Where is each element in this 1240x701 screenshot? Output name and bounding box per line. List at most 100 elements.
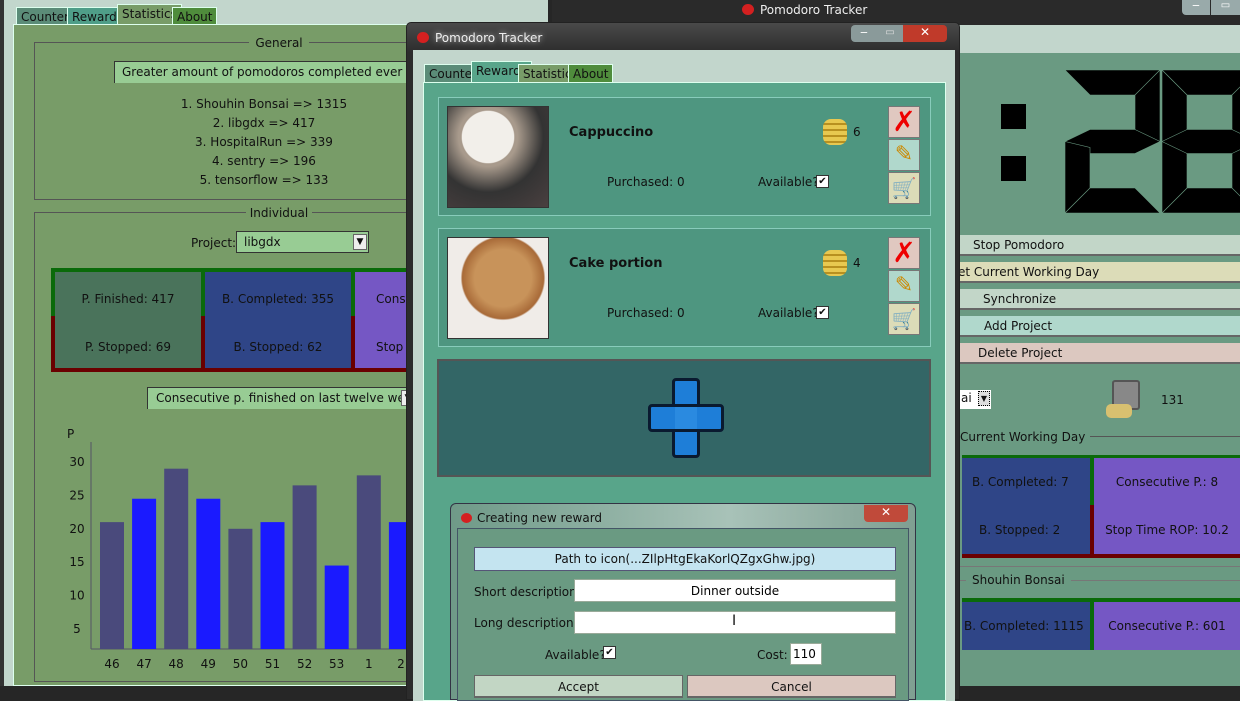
- coins-count: 131: [1161, 393, 1184, 407]
- short-description-input[interactable]: [574, 579, 896, 602]
- reset-working-day-button[interactable]: et Current Working Day: [958, 262, 1240, 283]
- short-description-label: Short description:: [474, 585, 581, 599]
- x-tick-label: 48: [169, 657, 184, 671]
- clock-colon-dot: [1001, 104, 1026, 129]
- cost-input[interactable]: [790, 643, 822, 665]
- x-tick-label: 2: [397, 657, 405, 671]
- maximize-button[interactable]: ▭: [877, 25, 903, 42]
- current-day-title: Current Working Day: [960, 430, 1091, 444]
- window-title: Pomodoro Tracker: [417, 31, 542, 45]
- reward-available-label: Available?: [758, 306, 819, 320]
- y-tick-label: 10: [69, 589, 84, 603]
- reward-available-label: Available?: [758, 175, 819, 189]
- dialog-title-text: Creating new reward: [477, 511, 603, 525]
- reward-image: [447, 237, 549, 339]
- stop-time: Stop Time ROP: 10.2: [1105, 523, 1229, 537]
- tomato-icon: [461, 513, 472, 523]
- y-tick-label: 5: [73, 622, 81, 636]
- text-cursor-icon: I: [732, 613, 737, 629]
- project-combo[interactable]: ai ▼: [958, 390, 991, 409]
- b-completed: B. Completed: 1115: [962, 602, 1090, 650]
- bar: [324, 565, 349, 649]
- reward-cost: 4: [853, 256, 861, 270]
- available-checkbox[interactable]: ✔: [603, 646, 616, 659]
- reward-image: [447, 106, 549, 208]
- y-tick-label: 15: [69, 555, 84, 569]
- shopping-cart-icon: 🛒: [891, 176, 917, 200]
- purchase-reward-button[interactable]: 🛒: [888, 303, 920, 335]
- coins-icon: [823, 119, 847, 145]
- b-stopped: B. Stopped: 2: [979, 523, 1061, 537]
- x-tick-label: 1: [365, 657, 373, 671]
- accept-button[interactable]: Accept: [474, 675, 683, 698]
- reward-card: Cake portion 4 Purchased: 0 Available? ✔…: [438, 228, 931, 347]
- bar: [164, 468, 189, 649]
- x-tick-label: 52: [297, 657, 312, 671]
- reward-purchased: Purchased: 0: [607, 306, 685, 320]
- window-title-text: Pomodoro Tracker: [435, 31, 543, 45]
- reward-name: Cake portion: [569, 256, 663, 271]
- project-combo-value: ai: [961, 391, 972, 405]
- x-tick-label: 46: [104, 657, 119, 671]
- close-button[interactable]: ✕: [864, 505, 908, 522]
- consecutive: Consecutive P.: 601: [1094, 602, 1240, 650]
- tab-about[interactable]: About: [568, 64, 614, 82]
- bar: [260, 522, 285, 649]
- delete-icon: ✗: [892, 236, 916, 269]
- edit-reward-button[interactable]: ✎: [888, 139, 920, 171]
- x-tick-label: 47: [136, 657, 151, 671]
- y-tick-label: 30: [69, 455, 84, 469]
- x-tick-label: 53: [329, 657, 344, 671]
- pencil-icon: ✎: [894, 142, 914, 167]
- reward-purchased: Purchased: 0: [607, 175, 685, 189]
- add-reward-button[interactable]: [437, 359, 931, 477]
- reward-cost: 6: [853, 125, 861, 139]
- reward-available-checkbox[interactable]: ✔: [816, 306, 829, 319]
- delete-project-button[interactable]: Delete Project: [958, 343, 1240, 364]
- long-description-label: Long description:: [474, 616, 578, 630]
- delete-reward-button[interactable]: ✗: [888, 106, 920, 138]
- delete-reward-button[interactable]: ✗: [888, 237, 920, 269]
- reward-available-checkbox[interactable]: ✔: [816, 175, 829, 188]
- current-day-stats: B. Completed: 7 B. Stopped: 2 Consecutiv…: [962, 455, 1240, 558]
- close-button[interactable]: ✕: [903, 25, 947, 42]
- maximize-button[interactable]: ▭: [1211, 0, 1240, 15]
- stop-pomodoro-button[interactable]: Stop Pomodoro: [958, 235, 1240, 256]
- x-tick-label: 51: [265, 657, 280, 671]
- coins-safe-icon: [1106, 380, 1142, 420]
- minimize-button[interactable]: ‒: [851, 25, 877, 42]
- y-axis-label: P: [67, 427, 74, 441]
- dialog-title: Creating new reward: [461, 511, 602, 525]
- b-completed: B. Completed: 7: [972, 475, 1069, 489]
- bar: [132, 498, 157, 649]
- synchronize-button[interactable]: Synchronize: [958, 289, 1240, 310]
- bar-chart: P 30 25 20 15 10 5 46 47 48 49 50 51 52 53 1 2: [67, 427, 410, 671]
- group-line: [960, 566, 1240, 567]
- clock-display: [1001, 69, 1240, 214]
- minimize-button[interactable]: ‒: [1182, 0, 1210, 15]
- window-title: Pomodoro Tracker: [742, 3, 867, 17]
- purchase-reward-button[interactable]: 🛒: [888, 172, 920, 204]
- new-reward-dialog: Creating new reward ✕ Path to icon(...ZI…: [450, 503, 916, 701]
- pencil-icon: ✎: [894, 273, 914, 298]
- chevron-down-icon[interactable]: ▼: [978, 391, 990, 406]
- reward-card: Cappuccino 6 Purchased: 0 Available? ✔ ✗…: [438, 97, 931, 216]
- edit-reward-button[interactable]: ✎: [888, 270, 920, 302]
- tomato-icon: [742, 4, 754, 15]
- available-label: Available?: [545, 648, 606, 662]
- bar: [228, 528, 253, 649]
- delete-icon: ✗: [892, 105, 916, 138]
- reward-name: Cappuccino: [569, 125, 654, 140]
- clock-colon-dot: [1001, 156, 1026, 181]
- stat-consecutive: Consecutive P.: 8 Stop Time ROP: 10.2: [1094, 458, 1240, 554]
- consecutive: Consecutive P.: 8: [1115, 475, 1219, 489]
- tomato-icon: [417, 32, 429, 43]
- add-project-button[interactable]: Add Project: [958, 316, 1240, 337]
- dialog-body: Path to icon(...ZIlpHtgEkaKorlQZgxGhw.jp…: [457, 528, 909, 701]
- stat-breaks: B. Completed: 7 B. Stopped: 2: [962, 458, 1090, 554]
- bar: [196, 498, 221, 649]
- x-tick-label: 50: [233, 657, 248, 671]
- cancel-button[interactable]: Cancel: [687, 675, 896, 698]
- icon-path-button[interactable]: Path to icon(...ZIlpHtgEkaKorlQZgxGhw.jp…: [474, 547, 896, 571]
- project-stats: B. Completed: 1115 Consecutive P.: 601: [962, 598, 1240, 650]
